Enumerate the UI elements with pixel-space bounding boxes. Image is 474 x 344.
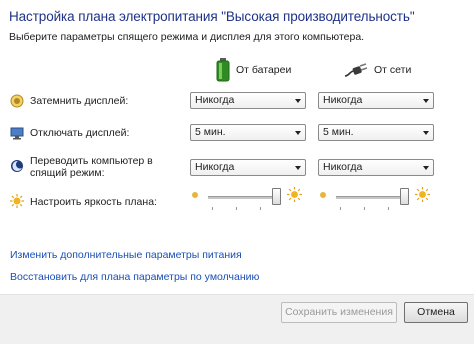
sleep-moon-icon	[11, 160, 23, 172]
select-value: 5 мин.	[323, 126, 354, 138]
select-value: Никогда	[195, 161, 235, 173]
restore-defaults-link[interactable]: Восстановить для плана параметры по умол…	[10, 271, 259, 283]
row-label-dim-display: Затемнить дисплей:	[30, 95, 129, 107]
sleep-plugged-select[interactable]: Никогда	[318, 159, 434, 176]
slider-tick	[260, 207, 261, 210]
brightness-sun-icon	[10, 194, 24, 208]
save-button[interactable]: Сохранить изменения	[281, 302, 397, 323]
row-label-turn-off-display: Отключать дисплей:	[30, 127, 130, 139]
column-plugged: От сети	[344, 58, 411, 82]
dim-display-battery-select[interactable]: Никогда	[190, 92, 306, 109]
select-value: Никогда	[323, 161, 363, 173]
dim-sun-icon	[320, 192, 326, 198]
chevron-down-icon	[423, 166, 429, 170]
row-label-brightness: Настроить яркость плана:	[30, 196, 157, 208]
slider-track	[336, 196, 408, 199]
power-plug-icon	[344, 63, 368, 77]
turn-off-display-battery-select[interactable]: 5 мин.	[190, 124, 306, 141]
slider-tick	[364, 207, 365, 210]
slider-tick	[236, 207, 237, 210]
page-title: Настройка плана электропитания "Высокая …	[9, 9, 415, 24]
slider-thumb[interactable]	[272, 188, 281, 205]
slider-tick	[340, 207, 341, 210]
column-plugged-label: От сети	[374, 64, 412, 76]
sleep-battery-select[interactable]: Никогда	[190, 159, 306, 176]
chevron-down-icon	[423, 99, 429, 103]
advanced-settings-link[interactable]: Изменить дополнительные параметры питани…	[10, 249, 242, 261]
select-value: Никогда	[195, 94, 235, 106]
turn-off-display-plugged-select[interactable]: 5 мин.	[318, 124, 434, 141]
page-subtitle: Выберите параметры спящего режима и дисп…	[9, 31, 365, 43]
slider-tick	[388, 207, 389, 210]
chevron-down-icon	[423, 131, 429, 135]
dim-display-plugged-select[interactable]: Никогда	[318, 92, 434, 109]
chevron-down-icon	[295, 166, 301, 170]
battery-icon	[216, 58, 230, 82]
monitor-icon	[10, 127, 24, 140]
row-label-sleep: Переводить компьютер в спящий режим:	[30, 155, 153, 179]
chevron-down-icon	[295, 131, 301, 135]
slider-track	[208, 196, 280, 199]
brightness-battery-slider[interactable]	[190, 187, 302, 213]
brightness-plugged-slider[interactable]	[318, 187, 430, 213]
column-battery: От батареи	[216, 58, 291, 82]
dim-sun-icon	[192, 192, 198, 198]
select-value: Никогда	[323, 94, 363, 106]
chevron-down-icon	[295, 99, 301, 103]
footer-bar	[0, 295, 474, 344]
slider-thumb[interactable]	[400, 188, 409, 205]
cancel-button[interactable]: Отмена	[404, 302, 468, 323]
slider-tick	[212, 207, 213, 210]
bright-sun-icon	[287, 187, 302, 202]
select-value: 5 мин.	[195, 126, 226, 138]
bright-sun-icon	[415, 187, 430, 202]
column-battery-label: От батареи	[236, 64, 292, 76]
dim-sun-icon	[10, 94, 24, 108]
